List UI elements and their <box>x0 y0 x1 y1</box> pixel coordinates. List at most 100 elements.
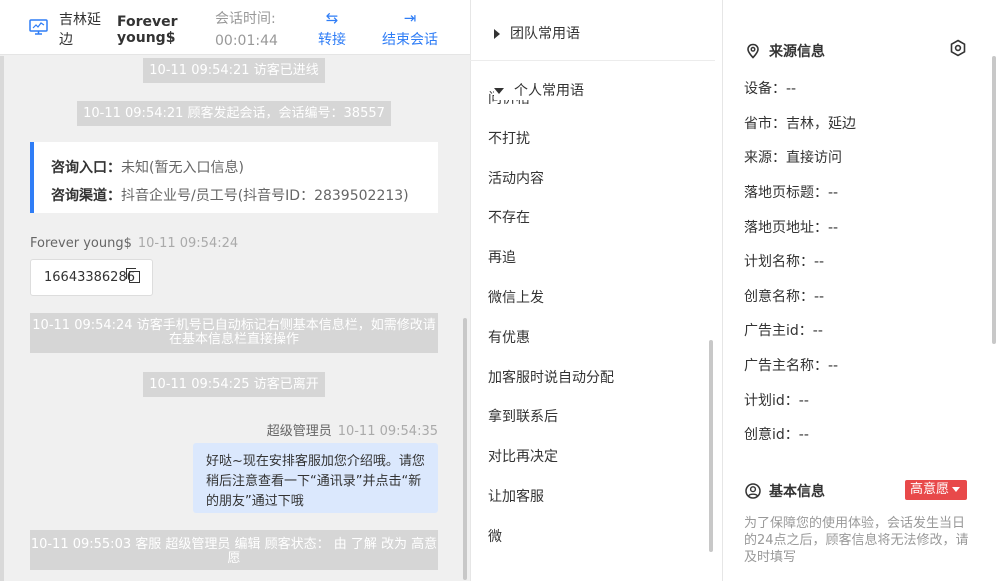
settings-icon[interactable] <box>949 39 967 57</box>
info-label: 创意id： <box>744 427 799 443</box>
info-value: -- <box>828 185 839 201</box>
phrase-item[interactable]: 微 <box>488 528 502 546</box>
agent-message-bubble: 好哒~现在安排客服加您介绍哦。请您稍后注意查看一下“通讯录”并点击“新的朋友”通… <box>193 443 438 513</box>
phrase-item[interactable]: 活动内容 <box>488 170 544 188</box>
agent-message-time: 10-11 09:54:35 <box>337 424 438 439</box>
info-row-landing-url: 落地页地址：-- <box>744 219 838 237</box>
basic-info-title: 基本信息 <box>769 484 825 500</box>
consult-channel-row: 咨询渠道：抖音企业号/员工号(抖音号ID：2839502213) <box>51 182 438 210</box>
agent-sender-name: 超级管理员 <box>266 424 332 439</box>
info-label: 落地页标题： <box>744 185 828 201</box>
basic-info-heading: 基本信息 <box>745 481 825 501</box>
phone-number: 16643386286 <box>44 270 135 285</box>
info-value: -- <box>828 358 839 374</box>
caret-down-icon <box>494 88 504 94</box>
chat-header: 吉林延边 Forever young$ 会话时间: 00:01:44 ⇆ 转接 … <box>0 0 470 55</box>
exit-icon: ⇥ <box>403 9 417 27</box>
caret-down-icon <box>952 487 961 492</box>
info-value: 直接访问 <box>786 150 842 166</box>
info-row-source: 来源：直接访问 <box>744 149 842 167</box>
consult-channel-value: 抖音企业号/员工号(抖音号ID：2839502213) <box>121 188 409 204</box>
left-edge-bar <box>0 56 4 581</box>
phrase-item[interactable]: 有优惠 <box>488 329 530 347</box>
visitor-message-time: 10-11 09:54:24 <box>137 236 239 251</box>
system-message-started: 10-11 09:54:21 顾客发起会话，会话编号：38557 <box>77 101 391 126</box>
team-phrases-label: 团队常用语 <box>510 26 580 42</box>
monitor-icon <box>29 19 48 35</box>
info-row-device: 设备：-- <box>744 80 796 98</box>
copy-icon[interactable] <box>126 268 140 283</box>
info-value: -- <box>814 254 825 270</box>
info-row-province: 省市：吉林，延边 <box>744 115 856 133</box>
info-label: 计划名称： <box>744 254 814 270</box>
info-value: -- <box>798 393 809 409</box>
phrase-item[interactable]: 加客服时说自动分配 <box>488 369 614 387</box>
phrase-item[interactable]: 让加客服 <box>488 488 544 506</box>
info-row-advertiser-name: 广告主名称：-- <box>744 357 838 375</box>
info-label: 设备： <box>744 81 786 97</box>
phrase-item[interactable]: 对比再决定 <box>488 448 558 466</box>
info-value: 吉林，延边 <box>786 116 856 132</box>
info-label: 计划id： <box>744 393 799 409</box>
location-pin-icon <box>747 43 759 59</box>
phrase-item[interactable]: 再追 <box>488 249 516 267</box>
intent-status-dropdown[interactable]: 高意愿 <box>905 480 967 500</box>
group-divider <box>470 60 715 61</box>
source-info-title: 来源信息 <box>769 44 825 60</box>
info-value: -- <box>798 427 809 443</box>
info-value: -- <box>812 323 823 339</box>
visitor-name: Forever young$ <box>117 14 178 46</box>
system-message-status-change: 10-11 09:55:03 客服 超级管理员 编辑 顾客状态： 由 了解 改为… <box>30 530 438 570</box>
source-info-heading: 来源信息 <box>745 41 825 61</box>
visitor-location: 吉林延边 <box>59 12 101 48</box>
info-value: -- <box>828 220 839 236</box>
info-value: -- <box>814 289 825 305</box>
consult-entry-value: 未知(暂无入口信息) <box>121 160 244 176</box>
phrase-item[interactable]: 不打扰 <box>488 130 530 148</box>
personal-phrases-group[interactable]: 个人常用语 <box>494 80 694 100</box>
agent-sender-line: 超级管理员 10-11 09:54:35 <box>267 420 438 439</box>
info-label: 广告主名称： <box>744 358 828 374</box>
transfer-label: 转接 <box>318 32 346 48</box>
consult-entry-label: 咨询入口： <box>51 160 121 176</box>
info-label: 落地页地址： <box>744 220 828 236</box>
personal-phrases-label: 个人常用语 <box>514 83 584 99</box>
info-row-creative-name: 创意名称：-- <box>744 288 824 306</box>
phrase-item[interactable]: 不存在 <box>488 209 530 227</box>
info-label: 创意名称： <box>744 289 814 305</box>
info-row-plan-id: 计划id：-- <box>744 392 809 410</box>
info-scrollbar[interactable] <box>992 56 996 344</box>
caret-right-icon <box>494 29 500 39</box>
phrases-scrollbar[interactable] <box>709 340 713 552</box>
info-row-creative-id: 创意id：-- <box>744 426 809 444</box>
end-session-label: 结束会话 <box>382 32 438 48</box>
info-label: 来源： <box>744 150 786 166</box>
consult-info-card: 咨询入口：未知(暂无入口信息) 咨询渠道：抖音企业号/员工号(抖音号ID：283… <box>30 142 438 213</box>
team-phrases-group[interactable]: 团队常用语 <box>494 23 580 43</box>
user-circle-icon <box>745 483 761 499</box>
info-row-advertiser-id: 广告主id：-- <box>744 322 823 340</box>
visitor-sender-line: Forever young$ 10-11 09:54:24 <box>30 236 238 251</box>
info-row-plan-name: 计划名称：-- <box>744 253 824 271</box>
phone-message[interactable]: 16643386286 <box>30 259 153 296</box>
chat-panel: 吉林延边 Forever young$ 会话时间: 00:01:44 ⇆ 转接 … <box>0 0 470 581</box>
chat-scrollbar[interactable] <box>463 318 467 580</box>
visitor-sender-name: Forever young$ <box>30 236 132 251</box>
info-label: 广告主id： <box>744 323 813 339</box>
consult-entry-row: 咨询入口：未知(暂无入口信息) <box>51 154 438 182</box>
system-message-left: 10-11 09:54:25 访客已离开 <box>143 372 325 397</box>
end-session-button[interactable]: ⇥ 结束会话 <box>382 8 438 49</box>
system-message-entered: 10-11 09:54:21 访客已进线 <box>143 58 325 83</box>
edit-notice-text: 为了保障您的使用体验，会话发生当日的24点之后，顾客信息将无法修改，请及时填写 <box>744 516 969 565</box>
intent-status-label: 高意愿 <box>910 482 950 497</box>
consult-channel-label: 咨询渠道： <box>51 188 121 204</box>
phrase-item[interactable]: 微信上发 <box>488 289 544 307</box>
phrase-item[interactable]: 拿到联系后 <box>488 408 558 426</box>
info-label: 省市： <box>744 116 786 132</box>
transfer-button[interactable]: ⇆ 转接 <box>318 8 346 49</box>
session-time-label: 会话时间: <box>215 11 276 27</box>
transfer-icon: ⇆ <box>325 9 339 27</box>
info-value: -- <box>786 81 797 97</box>
system-message-phone-note: 10-11 09:54:24 访客手机号已自动标记右侧基本信息栏，如需修改请在基… <box>30 313 438 353</box>
session-time-value: 00:01:44 <box>215 33 278 49</box>
